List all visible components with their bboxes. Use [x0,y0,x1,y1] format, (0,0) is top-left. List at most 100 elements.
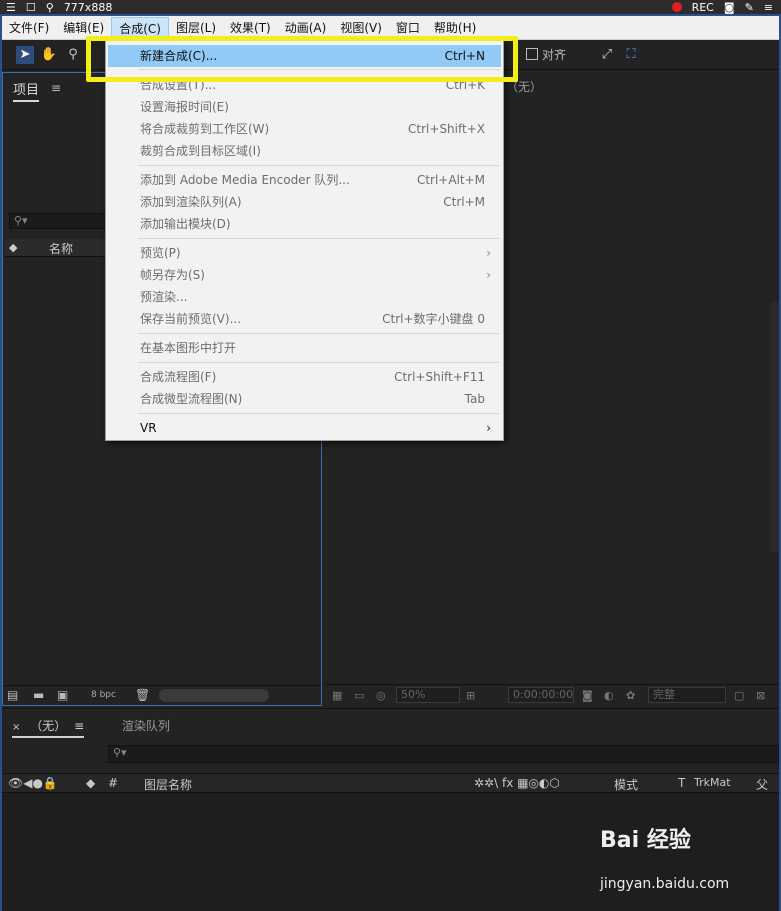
menu-item-save-current-preview[interactable]: 保存当前预览(V)... Ctrl+数字小键盘 0 [108,308,501,330]
label-tag-icon[interactable]: ◆ [86,776,95,790]
new-folder-icon[interactable]: ▬ [33,688,44,702]
menu-item-label: 合成流程图(F) [140,370,217,384]
menu-item-label: 在基本图形中打开 [140,341,237,355]
pen-icon[interactable]: ✎ [745,1,754,14]
menu-item-shortcut: Ctrl+Alt+M [416,173,485,187]
more-icon[interactable]: ≡ [764,1,773,14]
baidu-watermark-url: jingyan.baidu.com [600,876,730,892]
scrollbar[interactable] [771,302,779,552]
menu-item-label: 添加到 Adobe Media Encoder 队列... [140,173,350,187]
project-footer: ▤ ▬ ▣ 8 bpc 🗑 [3,685,321,705]
always-preview-icon[interactable]: ▦ [332,689,342,702]
zoom-select[interactable]: 50% [396,687,460,703]
menu-separator [138,362,500,363]
menu-separator [138,165,500,166]
column-trkmat[interactable]: TrkMat [694,776,731,789]
project-tab[interactable]: 项目 [13,79,40,102]
align-checkbox[interactable] [526,48,538,60]
menu-item-label: 预渲染... [140,290,188,304]
menu-item-preview[interactable]: 预览(P) › [108,242,501,264]
column-name[interactable]: 名称 [49,240,73,257]
submenu-arrow-icon: › [486,246,491,260]
menu-item-label: 保存当前预览(V)... [140,312,242,326]
menu-item-label: 预览(P) [140,246,181,260]
camera-icon[interactable]: ◙ [724,1,735,14]
trash-icon[interactable]: 🗑 [135,688,150,702]
menu-file[interactable]: 文件(F) [2,17,56,39]
column-t[interactable]: T [678,776,685,790]
menu-item-label: 帧另存为(S) [140,268,205,282]
menu-item-label: 添加输出模块(D) [140,217,231,231]
layer-switches-icon[interactable]: ✲✲\ fx ▦◎◐⬡ [474,776,560,790]
mask-icon[interactable]: ◎ [376,689,386,702]
menu-separator [138,413,500,414]
menu-item-add-output-module[interactable]: 添加输出模块(D) [108,213,501,235]
interpret-footage-icon[interactable]: ▤ [7,688,18,702]
timecode-field[interactable]: 0:00:00:00 [508,687,574,703]
horizontal-scrollbar[interactable] [159,689,269,702]
timeline-tab-none[interactable]: × （无） ≡ [12,717,85,738]
rec-label[interactable]: REC [692,1,714,14]
menu-item-composition-flowchart[interactable]: 合成流程图(F) Ctrl+Shift+F11 [108,366,501,388]
column-mode[interactable]: 模式 [614,776,638,793]
selection-tool-icon[interactable]: ➤ [16,46,34,64]
grid-icon[interactable]: ⊞ [466,689,475,702]
menu-item-shortcut: Ctrl+数字小键盘 0 [382,312,485,326]
composition-footer: ▦ ▭ ◎ 50% ⊞ 0:00:00:00 ◙ ◐ ✿ 完整 ▢ ⊠ [326,684,779,706]
close-icon[interactable]: × [12,722,20,733]
label-tag-icon[interactable]: ◆ [9,241,17,254]
menu-item-shortcut: Ctrl+Shift+X [408,122,485,136]
resolution-select[interactable]: 完整 [648,687,726,703]
capture-bar: ☰ ☐ ⚲ 777x888 REC ◙ ✎ ≡ [0,0,781,14]
menu-item-trim-to-work-area[interactable]: 将合成裁剪到工作区(W) Ctrl+Shift+X [108,118,501,140]
new-composition-icon[interactable]: ▣ [57,688,68,702]
column-layer-name[interactable]: 图层名称 [144,776,192,793]
size-label: 777x888 [63,0,113,14]
menu-item-mini-flowchart[interactable]: 合成微型流程图(N) Tab [108,388,501,410]
timeline-tab-label: （无） [30,719,67,733]
transparency-grid-icon[interactable]: ⊠ [756,689,765,702]
composition-menu-dropdown: 新建合成(C)... Ctrl+N 合成设置(T)... Ctrl+K 设置海报… [105,40,504,441]
column-hash[interactable]: # [108,776,118,790]
color-channel-icon[interactable]: ✿ [626,689,635,702]
menu-item-open-in-essential-graphics[interactable]: 在基本图形中打开 [108,337,501,359]
expand-icon[interactable]: ⤢ [598,46,616,64]
menu-item-pre-render[interactable]: 预渲染... [108,286,501,308]
align-label: 对齐 [542,48,567,62]
menu-item-label: VR [140,421,157,435]
menu-item-set-poster-time[interactable]: 设置海报时间(E) [108,96,501,118]
baidu-watermark: Bai 经验 [600,828,691,853]
menu-item-crop-to-region[interactable]: 裁剪合成到目标区域(I) [108,140,501,162]
menu-item-add-to-render-queue[interactable]: 添加到渲染队列(A) Ctrl+M [108,191,501,213]
menu-item-label: 设置海报时间(E) [140,100,229,114]
rec-dot-icon [671,2,682,12]
snapshot-icon[interactable]: ◙ [582,689,593,702]
panel-menu-icon[interactable]: ≡ [51,81,61,95]
bpc-label[interactable]: 8 bpc [91,690,116,700]
menu-item-shortcut: Tab [464,392,485,406]
menu-item-label: 将合成裁剪到工作区(W) [140,122,270,136]
window-icon[interactable]: ☐ [26,1,36,14]
panel-menu-icon[interactable]: ≡ [74,719,84,733]
roi-icon[interactable]: ▢ [734,689,744,702]
monitor-icon[interactable]: ▭ [354,689,364,702]
show-snapshot-icon[interactable]: ◐ [604,689,614,702]
menu-item-label: 合成微型流程图(N) [140,392,243,406]
menu-item-save-frame-as[interactable]: 帧另存为(S) › [108,264,501,286]
snap-icon[interactable]: ⛶ [622,46,640,64]
menu-item-vr[interactable]: VR › [108,417,501,439]
menu-icon[interactable]: ☰ [6,1,16,14]
zoom-tool-icon[interactable]: ⚲ [64,46,82,64]
menu-item-add-to-ame[interactable]: 添加到 Adobe Media Encoder 队列... Ctrl+Alt+M [108,169,501,191]
project-search-input[interactable]: ⚲▾ [9,213,109,229]
timeline-search-input[interactable]: ⚲▾ [108,745,779,763]
hand-tool-icon[interactable]: ✋ [40,46,58,64]
menu-item-label: 裁剪合成到目标区域(I) [140,144,261,158]
highlight-annotation-box [86,36,518,82]
av-switches-icon[interactable]: 👁◀●🔒 [8,776,58,790]
submenu-arrow-icon: › [486,268,491,282]
menu-item-label: 添加到渲染队列(A) [140,195,242,209]
search-icon[interactable]: ⚲ [46,1,54,14]
submenu-arrow-icon: › [486,421,491,435]
render-queue-tab[interactable]: 渲染队列 [122,717,170,734]
